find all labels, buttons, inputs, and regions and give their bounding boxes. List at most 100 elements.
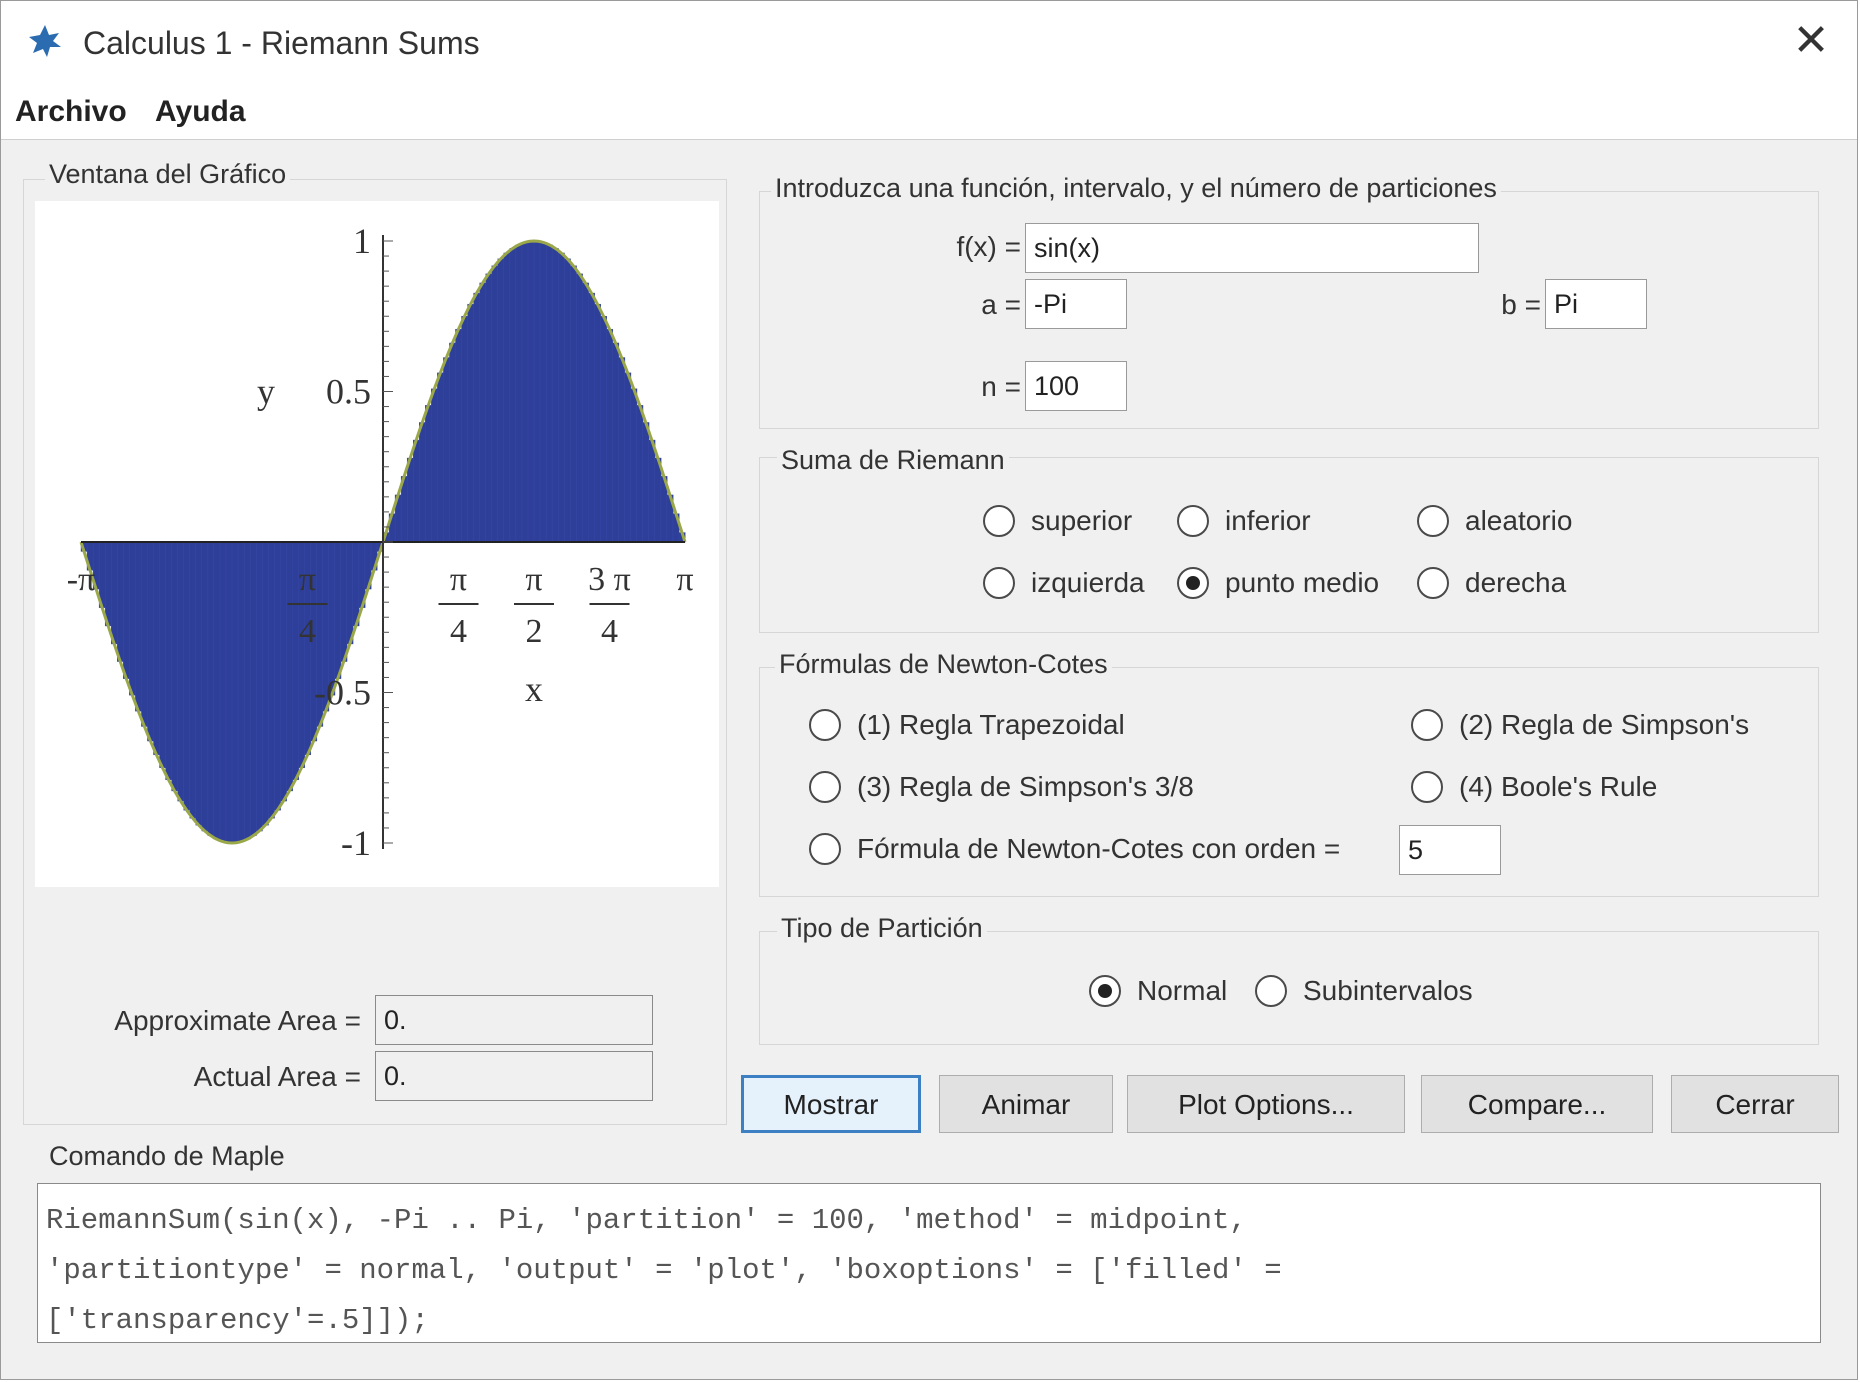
riemann-bar bbox=[624, 372, 632, 543]
radio-punto-medio-circle[interactable] bbox=[1177, 567, 1209, 599]
b-label: b = bbox=[1501, 289, 1541, 320]
riemann-bar bbox=[219, 541, 227, 842]
riemann-bar bbox=[600, 316, 607, 543]
maple-command-text[interactable]: RiemannSum(sin(x), -Pi .. Pi, 'partition… bbox=[37, 1183, 1821, 1343]
riemann-bar bbox=[201, 541, 209, 832]
show-button[interactable]: Mostrar bbox=[741, 1075, 921, 1133]
riemann-bar bbox=[431, 388, 438, 543]
radio-aleatorio-circle[interactable] bbox=[1417, 505, 1449, 537]
n-label: n = bbox=[981, 371, 1021, 402]
radio-izquierda-label: izquierda bbox=[1031, 567, 1145, 598]
radio-derecha-label: derecha bbox=[1465, 567, 1567, 598]
riemann-bar bbox=[286, 541, 293, 792]
riemann-bar bbox=[104, 541, 112, 627]
radio-inferior[interactable]: inferior bbox=[1177, 505, 1311, 537]
newton-order-input[interactable] bbox=[1399, 825, 1501, 875]
b-input[interactable] bbox=[1545, 279, 1647, 329]
riemann-bar bbox=[117, 541, 124, 662]
riemann-bar bbox=[280, 541, 287, 802]
radio-izquierda[interactable]: izquierda bbox=[983, 567, 1145, 599]
fx-input[interactable] bbox=[1025, 223, 1479, 273]
riemann-bar bbox=[147, 541, 154, 742]
radio-simpson-38[interactable]: (3) Regla de Simpson's 3/8 bbox=[809, 771, 1194, 803]
window-title: Calculus 1 - Riemann Sums bbox=[83, 25, 480, 61]
radio-simpson-label: (2) Regla de Simpson's bbox=[1459, 709, 1750, 740]
riemann-bar bbox=[340, 541, 348, 662]
radio-simpson-38-circle[interactable] bbox=[809, 771, 841, 803]
radio-derecha[interactable]: derecha bbox=[1417, 567, 1566, 599]
radio-derecha-circle[interactable] bbox=[1417, 567, 1449, 599]
command-panel-label: Comando de Maple bbox=[45, 1141, 289, 1172]
radio-simpson-circle[interactable] bbox=[1411, 709, 1443, 741]
riemann-bar bbox=[618, 357, 626, 543]
riemann-bar bbox=[467, 303, 475, 543]
animate-button[interactable]: Animar bbox=[939, 1075, 1113, 1133]
radio-simpson[interactable]: (2) Regla de Simpson's bbox=[1411, 709, 1749, 741]
radio-izquierda-circle[interactable] bbox=[983, 567, 1015, 599]
actual-area-field[interactable] bbox=[375, 1051, 653, 1101]
riemann-bar bbox=[110, 541, 118, 645]
riemann-bar bbox=[515, 244, 523, 543]
riemann-plot: 1 0.5 -0.5 -1 y x -π π 4 π 4 π 2 3 π 4 π bbox=[67, 221, 694, 863]
radio-superior[interactable]: superior bbox=[983, 505, 1132, 537]
riemann-bar bbox=[594, 303, 601, 543]
n-input[interactable] bbox=[1025, 361, 1127, 411]
radio-normal[interactable]: Normal bbox=[1089, 975, 1227, 1007]
riemann-bar bbox=[557, 252, 565, 543]
riemann-bar bbox=[195, 541, 203, 826]
riemann-bar bbox=[654, 457, 662, 543]
radio-subintervalos-circle[interactable] bbox=[1255, 975, 1287, 1007]
riemann-bar bbox=[406, 457, 414, 543]
riemann-bar bbox=[527, 240, 535, 543]
riemann-bar bbox=[485, 273, 493, 543]
radio-normal-label: Normal bbox=[1137, 975, 1228, 1006]
riemann-bar bbox=[503, 252, 511, 543]
riemann-bar bbox=[539, 242, 547, 543]
radio-subintervalos-label: Subintervalos bbox=[1303, 975, 1473, 1006]
radio-normal-circle[interactable] bbox=[1089, 975, 1121, 1007]
riemann-bar bbox=[564, 258, 571, 543]
radio-newton-order-circle[interactable] bbox=[809, 833, 841, 865]
radio-aleatorio[interactable]: aleatorio bbox=[1417, 505, 1572, 537]
riemann-bar bbox=[582, 282, 589, 543]
radio-booles-circle[interactable] bbox=[1411, 771, 1443, 803]
radio-punto-medio[interactable]: punto medio bbox=[1177, 567, 1379, 599]
riemann-bar bbox=[570, 265, 577, 543]
radio-booles[interactable]: (4) Boole's Rule bbox=[1411, 771, 1657, 803]
radio-newton-order[interactable]: Fórmula de Newton-Cotes con orden = bbox=[809, 833, 1340, 865]
riemann-bar bbox=[606, 328, 614, 543]
x-tick-label: π bbox=[525, 561, 542, 598]
radio-trapezoidal-circle[interactable] bbox=[809, 709, 841, 741]
close-icon[interactable]: ✕ bbox=[1789, 19, 1833, 63]
graph-canvas[interactable]: 1 0.5 -0.5 -1 y x -π π 4 π 4 π 2 3 π 4 π bbox=[35, 201, 719, 887]
radio-inferior-circle[interactable] bbox=[1177, 505, 1209, 537]
riemann-bar bbox=[255, 541, 263, 832]
a-input[interactable] bbox=[1025, 279, 1127, 329]
riemann-bar bbox=[642, 422, 650, 543]
radio-superior-label: superior bbox=[1031, 505, 1133, 536]
riemann-bar bbox=[135, 541, 142, 712]
menu-ayuda[interactable]: Ayuda bbox=[155, 95, 246, 129]
close-button[interactable]: Cerrar bbox=[1671, 1075, 1839, 1133]
radio-inferior-label: inferior bbox=[1225, 505, 1311, 536]
menu-bar: Archivo Ayuda bbox=[1, 89, 1857, 140]
riemann-bar bbox=[159, 541, 167, 768]
radio-superior-circle[interactable] bbox=[983, 505, 1015, 537]
riemann-bar bbox=[352, 541, 360, 627]
plot-options-button[interactable]: Plot Options... bbox=[1127, 1075, 1405, 1133]
x-tick-label: π bbox=[299, 561, 316, 598]
riemann-bar bbox=[225, 541, 233, 844]
radio-booles-label: (4) Boole's Rule bbox=[1459, 771, 1658, 802]
riemann-bar bbox=[576, 273, 583, 543]
approximate-area-field[interactable] bbox=[375, 995, 653, 1045]
x-tick-label: π bbox=[450, 561, 467, 598]
input-panel-label: Introduzca una función, intervalo, y el … bbox=[771, 173, 1501, 204]
title-bar: Calculus 1 - Riemann Sums ✕ bbox=[1, 1, 1857, 89]
riemann-bar bbox=[213, 541, 221, 840]
compare-button[interactable]: Compare... bbox=[1421, 1075, 1653, 1133]
menu-archivo[interactable]: Archivo bbox=[15, 95, 127, 129]
radio-subintervalos[interactable]: Subintervalos bbox=[1255, 975, 1473, 1007]
radio-trapezoidal[interactable]: (1) Regla Trapezoidal bbox=[809, 709, 1125, 741]
x-tick-label: -π bbox=[67, 561, 96, 598]
radio-punto-medio-label: punto medio bbox=[1225, 567, 1380, 598]
